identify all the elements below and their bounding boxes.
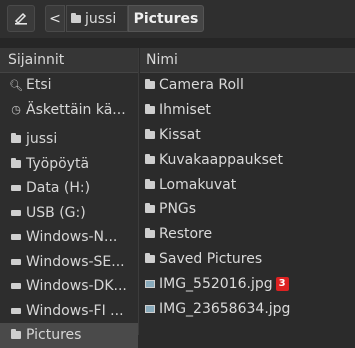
file-name: Ihmiset [159, 102, 211, 119]
sidebar-item-windows-n[interactable]: Windows-N... [0, 225, 138, 250]
sidebar-item-search[interactable]: 🔍︎ Etsi [0, 73, 138, 98]
breadcrumb-jussi-label: jussi [85, 10, 117, 27]
drive-icon [11, 283, 21, 290]
folder-icon [145, 203, 155, 214]
folder-icon [145, 252, 155, 263]
sidebar-item-label: Äskettäin kä... [26, 101, 126, 118]
folder-icon [145, 153, 155, 164]
sidebar-item-label: jussi [26, 131, 58, 148]
back-button[interactable]: < [45, 5, 65, 32]
edit-location-button[interactable] [7, 5, 35, 32]
sidebar-item-label: Windows-DK... [26, 278, 127, 295]
file-name: Lomakuvat [159, 176, 237, 193]
edit-icon [14, 12, 27, 25]
sidebar-item-label: Työpöytä [26, 155, 90, 172]
folder-icon [71, 12, 81, 23]
list-item[interactable]: Ihmiset [140, 98, 355, 123]
file-name: Kissat [159, 126, 201, 143]
breadcrumb-pictures[interactable]: Pictures [128, 5, 204, 32]
file-name: IMG_23658634.jpg [159, 300, 291, 317]
sidebar-item-recent[interactable]: ◷ Äskettäin kä... [0, 98, 138, 123]
drive-icon [11, 307, 21, 314]
file-name: PNGs [159, 201, 197, 218]
folder-icon [145, 104, 155, 115]
breadcrumb-jussi[interactable]: jussi [66, 5, 128, 32]
list-item[interactable]: Kissat [140, 123, 355, 148]
image-icon [145, 279, 155, 288]
sidebar-item-windows-fi[interactable]: Windows-FI ... [0, 299, 138, 324]
sidebar-item-windows-se[interactable]: Windows-SE... [0, 250, 138, 275]
folder-icon [145, 128, 155, 139]
drive-icon [11, 185, 21, 192]
sidebar-item-label: Etsi [26, 77, 52, 94]
image-icon [145, 304, 155, 313]
list-item[interactable]: IMG_552016.jpg 3 [140, 271, 355, 296]
list-item[interactable]: IMG_23658634.jpg [140, 296, 355, 321]
list-item[interactable]: Lomakuvat [140, 172, 355, 197]
sidebar-item-label: Windows-FI ... [26, 302, 124, 319]
sidebar-item-usb-drive[interactable]: USB (G:) [0, 201, 138, 226]
folder-icon [145, 178, 155, 189]
folder-icon [145, 228, 155, 239]
sidebar-item-label: Data (H:) [26, 180, 91, 197]
sidebar-item-label: Windows-SE... [26, 253, 125, 270]
list-item[interactable]: Camera Roll [140, 73, 355, 98]
sidebar-item-desktop[interactable]: Työpöytä [0, 152, 138, 177]
file-name: Camera Roll [159, 77, 244, 94]
file-list: Nimi Camera Roll Ihmiset Kissat Kuvakaap… [140, 48, 355, 335]
breadcrumb-pictures-label: Pictures [133, 10, 199, 27]
file-name: Kuvakaappaukset [159, 151, 283, 168]
folder-icon [11, 329, 21, 340]
column-header-name[interactable]: Nimi [140, 48, 355, 73]
divider [0, 38, 355, 48]
sidebar-item-jussi[interactable]: jussi [0, 127, 138, 152]
drive-icon [11, 234, 21, 241]
search-icon: 🔍︎ [9, 78, 23, 92]
sidebar-item-label: Windows-N... [26, 229, 118, 246]
toolbar: < jussi Pictures [0, 0, 355, 38]
list-item[interactable]: PNGs [140, 197, 355, 222]
file-name: Saved Pictures [159, 250, 263, 267]
list-item[interactable]: Kuvakaappaukset [140, 147, 355, 172]
list-item[interactable]: Restore [140, 222, 355, 247]
clock-icon: ◷ [11, 103, 21, 117]
sidebar-item-label: USB (G:) [26, 204, 86, 221]
sidebar-item-data-drive[interactable]: Data (H:) [0, 176, 138, 201]
sidebar-item-pictures[interactable]: Pictures [0, 323, 138, 348]
list-item[interactable]: Saved Pictures [140, 247, 355, 272]
folder-icon [11, 157, 21, 168]
sidebar-header: Sijainnit [0, 48, 138, 73]
back-label: < [49, 10, 61, 27]
folder-icon [11, 133, 21, 144]
drive-icon [11, 258, 21, 265]
drive-icon [11, 209, 21, 216]
folder-icon [145, 79, 155, 90]
sidebar-item-windows-dk[interactable]: Windows-DK... [0, 274, 138, 299]
sidebar: Sijainnit 🔍︎ Etsi ◷ Äskettäin kä... juss… [0, 48, 139, 348]
sidebar-item-label: Pictures [26, 327, 82, 344]
file-name: IMG_552016.jpg [159, 275, 273, 292]
file-name: Restore [159, 226, 213, 243]
notification-badge: 3 [275, 276, 289, 291]
